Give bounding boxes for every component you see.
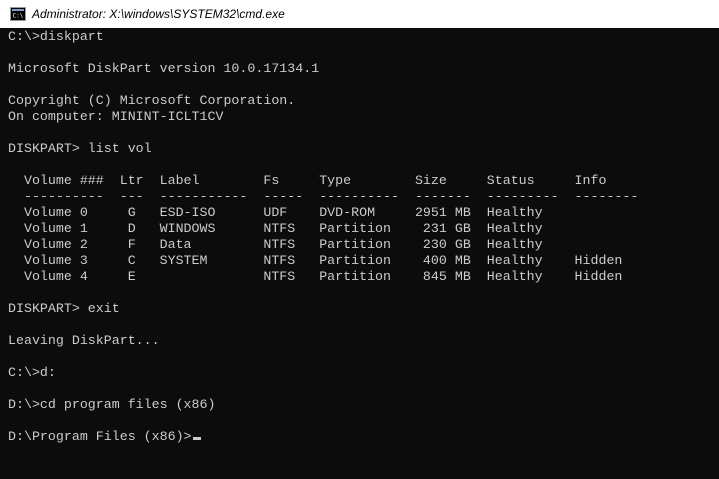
text-cursor: [192, 437, 201, 440]
console-line: ---------- --- ----------- ----- -------…: [8, 189, 717, 205]
console-line: C:\>diskpart: [8, 29, 717, 45]
console-line-text: C:\>d:: [8, 365, 56, 380]
console-line: Volume 2 F Data NTFS Partition 230 GB He…: [8, 237, 717, 253]
console-line-text: D:\>cd program files (x86): [8, 397, 216, 412]
console-line: Volume 1 D WINDOWS NTFS Partition 231 GB…: [8, 221, 717, 237]
console-line: DISKPART> exit: [8, 301, 717, 317]
console-line-text: On computer: MININT-ICLT1CV: [8, 109, 224, 124]
cmd-window: C:\ Administrator: X:\windows\SYSTEM32\c…: [0, 0, 719, 479]
console-line-text: DISKPART> list vol: [8, 141, 152, 156]
console-line: DISKPART> list vol: [8, 141, 717, 157]
console-line-text: C:\>diskpart: [8, 29, 104, 44]
console-line: Volume 4 E NTFS Partition 845 MB Healthy…: [8, 269, 717, 285]
console-line: Microsoft DiskPart version 10.0.17134.1: [8, 61, 717, 77]
console-line: C:\>d:: [8, 365, 717, 381]
console-line-text: Microsoft DiskPart version 10.0.17134.1: [8, 61, 320, 76]
console-line: On computer: MININT-ICLT1CV: [8, 109, 717, 125]
console-line: D:\Program Files (x86)>: [8, 429, 717, 445]
console-line: Copyright (C) Microsoft Corporation.: [8, 93, 717, 109]
window-title: Administrator: X:\windows\SYSTEM32\cmd.e…: [32, 7, 285, 21]
console-line-text: ---------- --- ----------- ----- -------…: [8, 189, 639, 204]
console-line: Leaving DiskPart...: [8, 333, 717, 349]
console-line-text: D:\Program Files (x86)>: [8, 429, 192, 444]
svg-text:C:\: C:\: [13, 13, 24, 20]
console-line: Volume 3 C SYSTEM NTFS Partition 400 MB …: [8, 253, 717, 269]
console-line: Volume ### Ltr Label Fs Type Size Status…: [8, 173, 717, 189]
console-line-text: Volume 2 F Data NTFS Partition 230 GB He…: [8, 237, 543, 252]
cmd-console-icon-glyph: C:\: [12, 9, 24, 19]
console-line-text: Leaving DiskPart...: [8, 333, 160, 348]
console-line-text: Volume 3 C SYSTEM NTFS Partition 400 MB …: [8, 253, 623, 268]
console-line-text: DISKPART> exit: [8, 301, 120, 316]
console-line-text: Volume ### Ltr Label Fs Type Size Status…: [8, 173, 607, 188]
console-line: Volume 0 G ESD-ISO UDF DVD-ROM 2951 MB H…: [8, 205, 717, 221]
title-bar[interactable]: C:\ Administrator: X:\windows\SYSTEM32\c…: [0, 0, 719, 28]
cmd-console-icon: C:\: [10, 7, 26, 21]
console-line-text: Volume 1 D WINDOWS NTFS Partition 231 GB…: [8, 221, 543, 236]
console-line-text: Copyright (C) Microsoft Corporation.: [8, 93, 296, 108]
console-output[interactable]: C:\>diskpart Microsoft DiskPart version 1…: [8, 29, 717, 477]
console-line: D:\>cd program files (x86): [8, 397, 717, 413]
console-line-text: Volume 0 G ESD-ISO UDF DVD-ROM 2951 MB H…: [8, 205, 543, 220]
console-line-text: Volume 4 E NTFS Partition 845 MB Healthy…: [8, 269, 623, 284]
